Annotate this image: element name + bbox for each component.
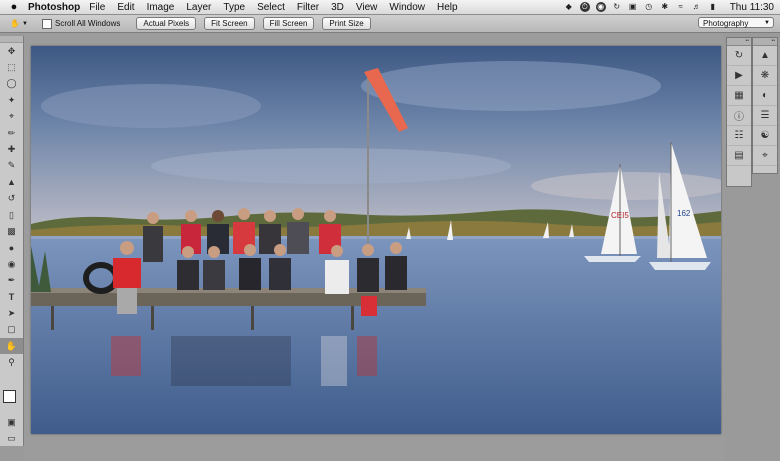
panel-grip[interactable] xyxy=(0,36,23,43)
hand-icon: ✋ xyxy=(10,19,20,28)
clone-stamp-tool-icon[interactable]: ▲ xyxy=(0,174,23,190)
battery-icon[interactable]: ▮ xyxy=(708,2,718,12)
blur-tool-icon[interactable]: ● xyxy=(0,240,23,256)
menu-image[interactable]: Image xyxy=(147,2,175,13)
info-panel-icon[interactable]: ⓘ xyxy=(727,106,751,126)
type-tool-icon[interactable]: T xyxy=(0,289,23,305)
lasso-tool-icon[interactable]: ◯ xyxy=(0,76,23,92)
hand-tool-icon[interactable]: ✋ xyxy=(0,338,23,355)
dropbox-icon[interactable]: ◆ xyxy=(564,2,574,12)
path-select-tool-icon[interactable]: ➤ xyxy=(0,305,23,321)
chevron-down-icon: ▼ xyxy=(764,20,770,26)
menu-select[interactable]: Select xyxy=(257,2,285,13)
crop-tool-icon[interactable]: ⌖ xyxy=(0,109,23,125)
camera-status-icon[interactable]: ◉ xyxy=(595,2,606,12)
quick-mask-icon[interactable]: ▣ xyxy=(0,414,23,430)
screen-mode-icon[interactable]: ▭ xyxy=(0,430,23,446)
zoom-tool-icon[interactable]: ⚲ xyxy=(0,354,23,370)
menu-window[interactable]: Window xyxy=(389,2,425,13)
app-menu[interactable]: Photoshop xyxy=(28,2,80,13)
tool-preset-picker[interactable]: ✋ ▼ xyxy=(10,19,28,28)
adjustments-panel-icon[interactable]: ◐ xyxy=(753,86,777,106)
bluetooth-icon[interactable]: ✱ xyxy=(660,2,670,12)
time-machine-icon[interactable]: ◷ xyxy=(644,2,654,12)
dodge-tool-icon[interactable]: ◉ xyxy=(0,256,23,272)
volume-icon[interactable]: ♬ xyxy=(692,2,702,12)
move-tool-icon[interactable]: ✥ xyxy=(0,43,23,59)
clone-source-panel-icon[interactable]: ☷ xyxy=(727,126,751,146)
apple-menu-icon[interactable]: ● xyxy=(6,1,22,13)
print-size-button[interactable]: Print Size xyxy=(322,17,371,30)
menu-clock[interactable]: Thu 11:30 xyxy=(730,2,774,13)
fit-screen-button[interactable]: Fit Screen xyxy=(204,17,255,30)
paths-panel-icon[interactable]: ⌖ xyxy=(753,146,777,166)
menu-3d[interactable]: 3D xyxy=(331,2,344,13)
channels-panel-icon[interactable]: ☯ xyxy=(753,126,777,146)
navigator-panel-icon[interactable]: ❋ xyxy=(753,66,777,86)
brush-tool-icon[interactable]: ✎ xyxy=(0,158,23,174)
foreground-color-swatch[interactable] xyxy=(3,390,16,403)
display-icon[interactable]: ▣ xyxy=(628,2,638,12)
dock-grip[interactable]: •• xyxy=(753,38,777,46)
status-area: ◆ ⏱ ◉ ↻ ▣ ◷ ✱ ≈ ♬ ▮ Thu 11:30 xyxy=(564,0,774,14)
layers-panel-icon[interactable]: ☰ xyxy=(753,106,777,126)
actions-panel-icon[interactable]: ▶ xyxy=(727,66,751,86)
shape-tool-icon[interactable]: ▢ xyxy=(0,322,23,338)
sail-number-1: CEI5 xyxy=(611,211,629,220)
sail-number-2: 162 xyxy=(677,209,691,218)
wifi-icon[interactable]: ≈ xyxy=(676,2,686,12)
healing-brush-tool-icon[interactable]: ✚ xyxy=(0,141,23,157)
menu-help[interactable]: Help xyxy=(437,2,458,13)
sync-icon[interactable]: ↻ xyxy=(612,2,622,12)
options-bar: ✋ ▼ Scroll All Windows Actual Pixels Fit … xyxy=(0,15,780,33)
tools-panel: ✥ ⬚ ◯ ✦ ⌖ ✏ ✚ ✎ ▲ ↺ ▯ ▩ ● ◉ ✒ T ➤ ▢ ✋ ⚲ … xyxy=(0,36,24,446)
document-photo[interactable]: CEI5 162 xyxy=(31,46,721,434)
panel-dock-right: •• ▲ ❋ ◐ ☰ ☯ ⌖ xyxy=(752,37,778,174)
menu-edit[interactable]: Edit xyxy=(117,2,134,13)
brushes-panel-icon[interactable]: ▦ xyxy=(727,86,751,106)
notes-panel-icon[interactable]: ▤ xyxy=(727,146,751,166)
quick-select-tool-icon[interactable]: ✦ xyxy=(0,92,23,108)
menu-file[interactable]: File xyxy=(89,2,105,13)
menu-filter[interactable]: Filter xyxy=(297,2,319,13)
fill-screen-button[interactable]: Fill Screen xyxy=(262,17,315,30)
eraser-tool-icon[interactable]: ▯ xyxy=(0,207,23,223)
workspace-label: Photography xyxy=(703,19,749,28)
photo-image: CEI5 162 xyxy=(31,46,721,434)
panel-dock-left: •• ↻ ▶ ▦ ⓘ ☷ ▤ xyxy=(726,37,752,187)
pen-tool-icon[interactable]: ✒ xyxy=(0,272,23,288)
scroll-all-windows-checkbox[interactable] xyxy=(42,18,52,29)
scroll-all-windows-label: Scroll All Windows xyxy=(55,19,121,28)
history-panel-icon[interactable]: ↻ xyxy=(727,46,751,66)
menu-type[interactable]: Type xyxy=(223,2,245,13)
actual-pixels-button[interactable]: Actual Pixels xyxy=(136,17,197,30)
clock-status-icon[interactable]: ⏱ xyxy=(579,2,590,12)
workspace-switcher[interactable]: Photography ▼ xyxy=(698,17,774,28)
menu-view[interactable]: View xyxy=(356,2,378,13)
gradient-tool-icon[interactable]: ▩ xyxy=(0,223,23,239)
mac-menu-bar: ● Photoshop File Edit Image Layer Type S… xyxy=(0,0,780,15)
menu-layer[interactable]: Layer xyxy=(186,2,211,13)
histogram-panel-icon[interactable]: ▲ xyxy=(753,46,777,66)
history-brush-tool-icon[interactable]: ↺ xyxy=(0,191,23,207)
dock-grip[interactable]: •• xyxy=(727,38,751,46)
eyedropper-tool-icon[interactable]: ✏ xyxy=(0,125,23,141)
marquee-tool-icon[interactable]: ⬚ xyxy=(0,59,23,75)
chevron-down-icon: ▼ xyxy=(21,20,28,27)
